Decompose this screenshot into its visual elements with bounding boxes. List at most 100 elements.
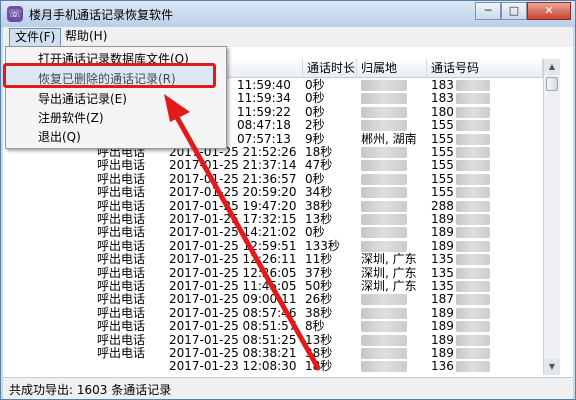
cell-number: 189 [431,212,490,226]
cell-duration: 0秒 [305,78,325,92]
cell-number-blurred [455,147,490,158]
cell-duration: 38秒 [305,346,333,360]
minimize-button[interactable]: ─ [475,2,501,20]
cell-location-blurred [361,346,407,360]
cell-duration: 133秒 [305,238,340,253]
cell-duration: 11秒 [305,252,333,267]
table-row[interactable]: 呼出电话 2017-01-25 20:59:20 34秒 155 [5,185,543,199]
cell-number-prefix: 180 [431,104,454,119]
cell-call-type: 呼出电话 [97,346,146,360]
cell-number: 187 [431,292,490,306]
cell-number-prefix: 183 [431,91,454,106]
cell-duration: 9秒 [305,131,325,146]
cell-location-blurred [361,212,407,226]
title-bar[interactable]: ☏ 楼月手机通话记录恢复软件 ─ □ ✕ [1,1,575,27]
cell-number-prefix: 189 [431,305,454,320]
file-menu-dropdown: 打开通话记录数据库文件(O) 恢复已删除的通话记录(R) 导出通话记录(E) 注… [5,46,227,149]
cell-duration: 50秒 [305,279,333,293]
cell-number: 180 [431,105,490,119]
menu-file[interactable]: 文件(F) [9,28,62,47]
scroll-up-arrow-icon[interactable]: ▲ [544,59,560,75]
menu-help[interactable]: 帮助(H) [60,28,112,45]
menu-item-register[interactable]: 注册软件(Z) [6,108,226,128]
menu-item-exit[interactable]: 退出(Q) [6,127,226,147]
cell-call-type: 呼出电话 [97,238,146,253]
cell-number-blurred [455,214,490,225]
table-row[interactable]: 呼出电话 2017-01-25 08:51:57 8秒 189 [5,319,543,333]
cell-call-type: 呼出电话 [97,265,146,280]
cell-number-prefix: 189 [431,212,454,226]
cell-call-type: 呼出电话 [97,292,146,307]
cell-call-time: 2017-01-23 12:08:30 [169,359,297,374]
cell-number: 189 [431,333,490,347]
column-header-location[interactable]: 归属地 [357,59,427,77]
cell-call-time: 2017-01-25 11:45:05 [169,279,297,293]
cell-number-blurred [455,93,490,105]
cell-location-blurred [361,292,407,306]
cell-number-blurred [455,200,490,212]
scroll-down-arrow-icon[interactable]: ▼ [544,359,560,375]
table-row[interactable]: 呼出电话 2017-01-25 14:21:02 0秒 189 [5,225,543,239]
cell-number-blurred [455,227,490,239]
column-header-number[interactable]: 通话号码 [427,59,543,77]
vertical-scrollbar[interactable]: ▲ ▼ [543,59,560,375]
cell-location-blurred [361,333,407,347]
cell-call-type: 呼出电话 [97,305,146,320]
cell-location-blurred [361,78,407,92]
column-header-duration[interactable]: 通话时长 [303,59,357,77]
table-row[interactable]: 呼出电话 2017-01-25 21:37:14 47秒 155 [5,158,543,172]
cell-number-blurred [455,160,490,172]
table-row[interactable]: 呼出电话 2017-01-25 11:45:05 50秒 深圳, 广东 135 [5,279,543,293]
cell-location-blurred [361,172,407,186]
table-row[interactable]: 呼出电话 2017-01-25 09:00:11 26秒 187 [5,292,543,306]
cell-duration: 13秒 [305,212,333,226]
table-row[interactable]: 呼出电话 2017-01-25 17:32:15 13秒 189 [5,212,543,226]
cell-number-prefix: 155 [431,131,454,146]
cell-duration: 47秒 [305,158,333,173]
table-row[interactable]: 呼出电话 2017-01-25 12:26:05 37秒 深圳, 广东 135 [5,266,543,280]
cell-number-prefix: 155 [431,171,454,186]
table-row[interactable]: 呼出电话 2017-01-25 21:36:57 0秒 155 [5,172,543,186]
cell-duration: 38秒 [305,198,333,213]
cell-location-blurred [361,91,407,105]
cell-number: 189 [431,346,490,360]
cell-number: 135 [431,279,490,293]
cell-call-time: 2017-01-25 21:37:14 [169,158,297,173]
cell-call-type: 呼出电话 [97,319,146,334]
cell-number-blurred [455,267,490,279]
menu-item-export[interactable]: 导出通话记录(E) [6,89,226,109]
cell-number-prefix: 135 [431,252,454,267]
table-row[interactable]: 呼出电话 2017-01-25 12:59:51 133秒 189 [5,239,543,253]
cell-call-type: 呼出电话 [97,198,146,213]
cell-location-blurred [361,306,407,320]
cell-duration: 2秒 [305,118,325,133]
cell-duration: 37秒 [305,265,333,280]
cell-number-blurred [455,281,490,292]
window-controls: ─ □ ✕ [475,2,571,21]
cell-call-time: 2017-01-25 14:21:02 [169,225,297,240]
cell-number-prefix: 155 [431,118,454,133]
cell-duration: 34秒 [305,185,333,200]
cell-duration: 0秒 [305,91,325,106]
cell-number-blurred [455,334,490,346]
table-row[interactable]: 呼出电话 2017-01-25 08:51:25 13秒 189 [5,333,543,347]
cell-number-blurred [455,187,490,199]
cell-number: 183 [431,78,490,92]
cell-number-blurred [455,361,490,373]
table-row[interactable]: 呼出电话 2017-01-25 08:57:46 38秒 189 [5,306,543,320]
maximize-button[interactable]: □ [501,2,527,20]
scroll-thumb[interactable] [546,77,558,91]
cell-call-type: 呼出电话 [97,171,146,186]
table-row[interactable]: 呼出电话 2017-01-25 08:38:21 38秒 189 [5,346,543,360]
table-row[interactable]: 2017-01-23 12:08:30 18秒 136 [5,359,543,373]
table-row[interactable]: 呼出电话 2017-01-25 19:47:20 38秒 288 [5,199,543,213]
cell-location-blurred [361,239,407,253]
close-button[interactable]: ✕ [527,2,571,20]
highlight-box [3,63,216,88]
cell-duration: 38秒 [305,305,333,320]
cell-location-blurred [361,158,407,172]
cell-number: 155 [431,158,490,172]
cell-number-blurred [455,106,490,118]
cell-number: 183 [431,91,490,105]
table-row[interactable]: 呼出电话 2017-01-25 12:26:11 11秒 深圳, 广东 135 [5,252,543,266]
